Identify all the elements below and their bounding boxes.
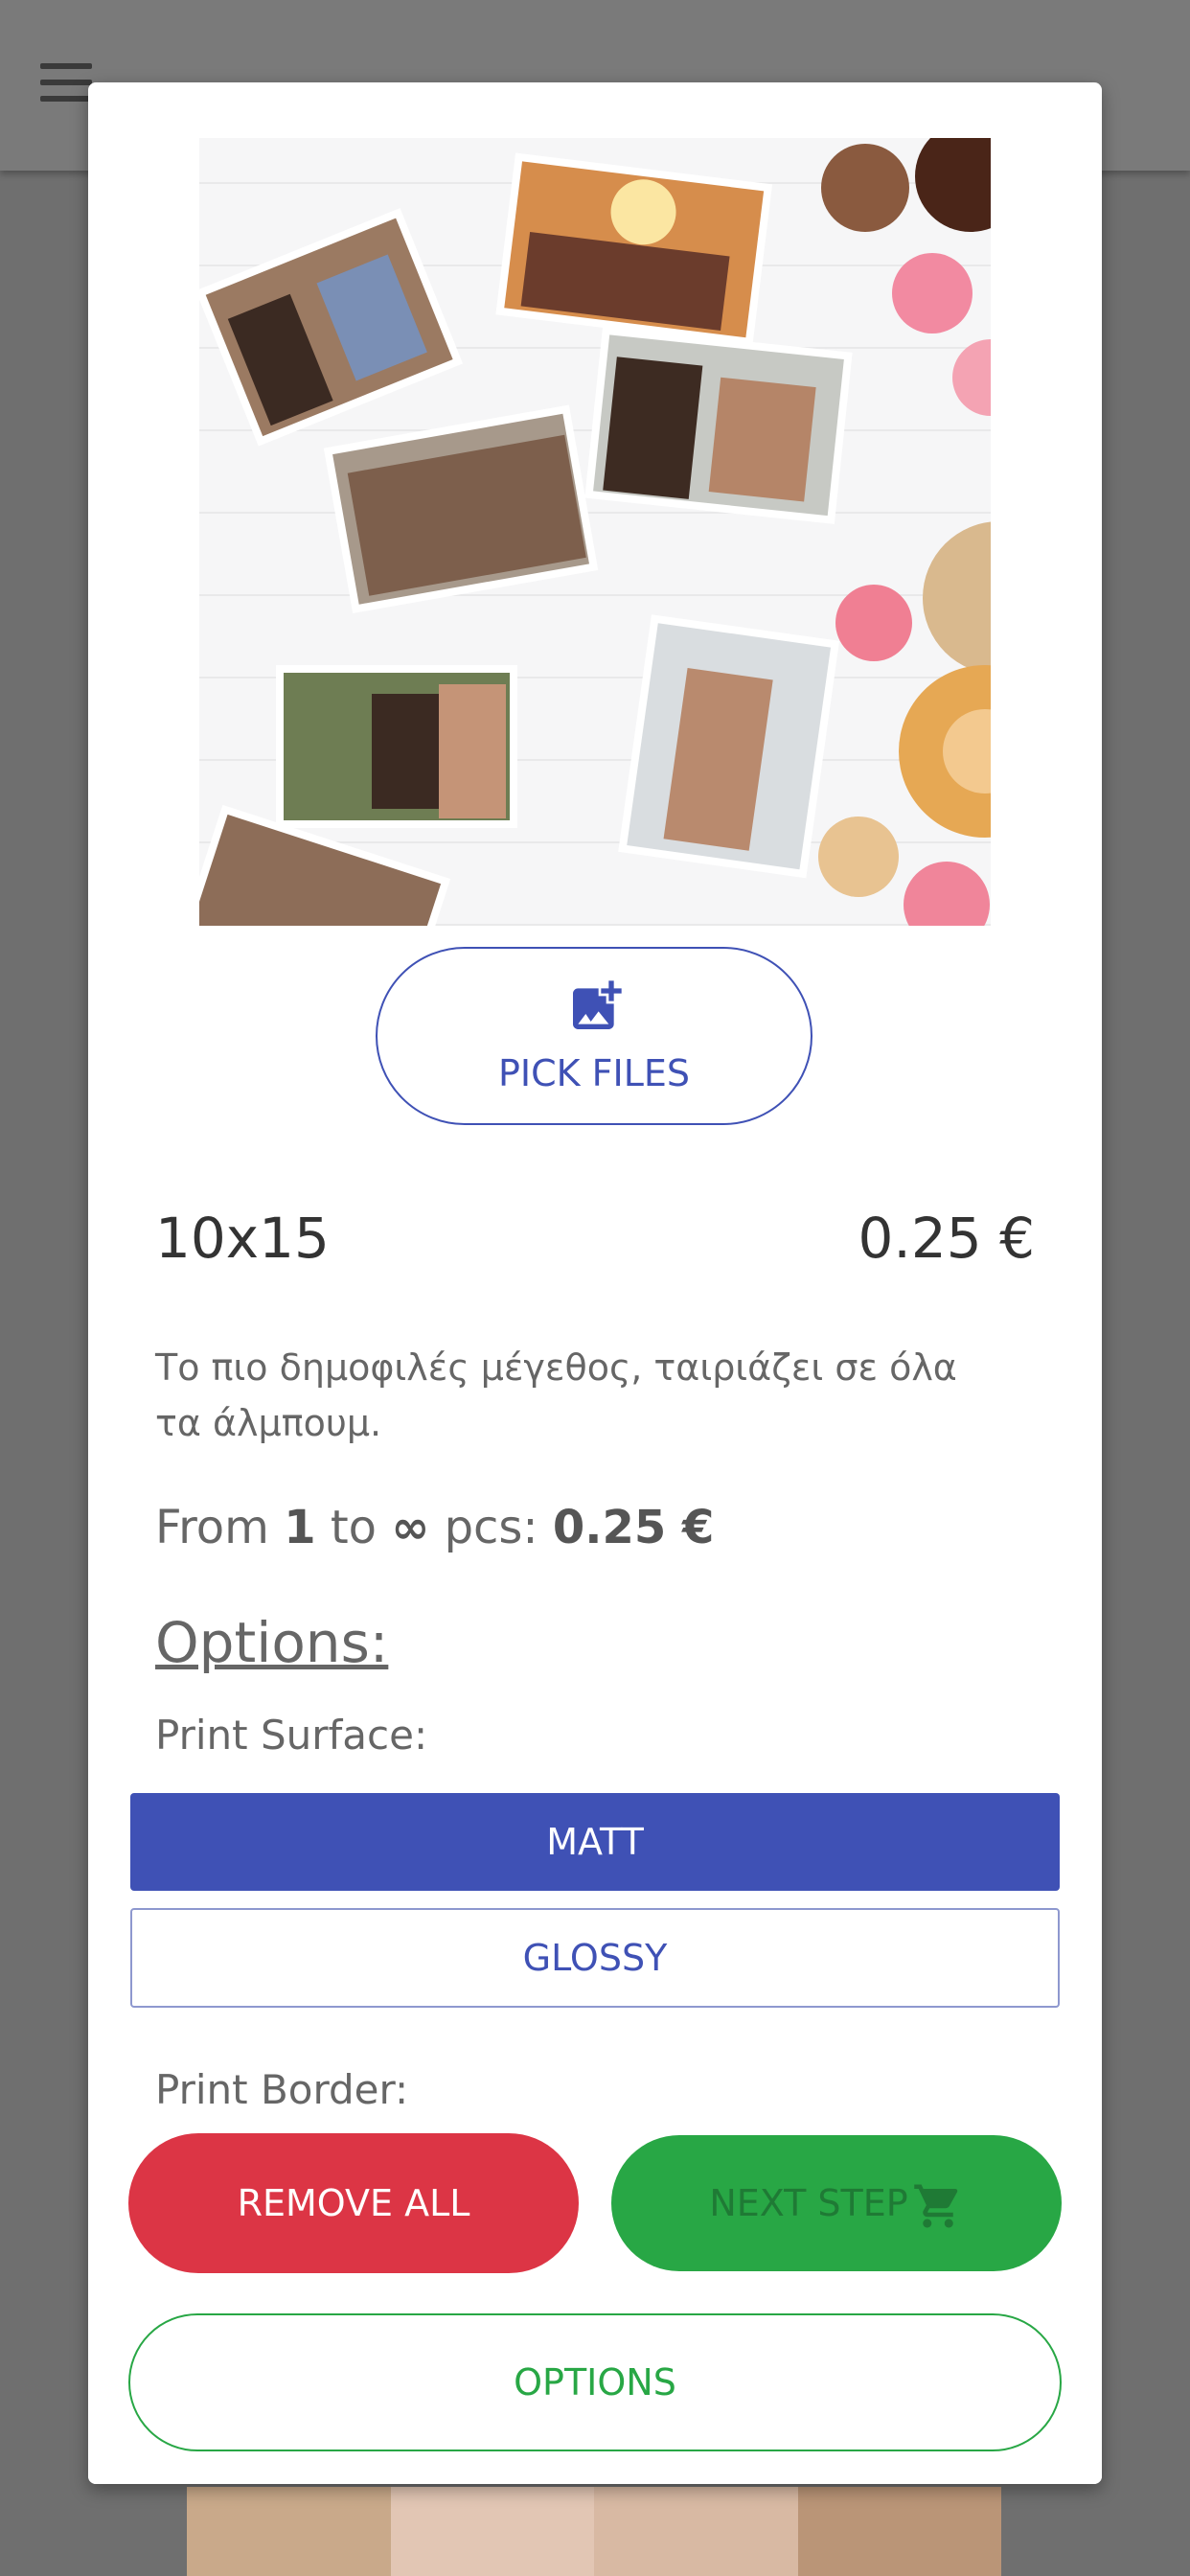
price-tier: From 1 to ∞ pcs: 0.25 € [155, 1501, 715, 1554]
product-modal: PICK FILES 10x15 0.25 € Το πιο δημοφιλές… [88, 82, 1102, 2484]
background-thumbnails [187, 2487, 1001, 2576]
modal-footer: REMOVE ALL NEXT STEP OPTIONS [88, 2112, 1102, 2484]
cart-icon [913, 2184, 957, 2227]
product-image [199, 138, 991, 926]
surface-glossy-button[interactable]: GLOSSY [130, 1908, 1060, 2008]
add-photo-icon [573, 980, 622, 1029]
options-heading: Options: [155, 1610, 389, 1675]
product-description: Το πιο δημοφιλές μέγεθος, ταιριάζει σε ό… [155, 1346, 957, 1444]
pick-files-label: PICK FILES [497, 1052, 691, 1094]
options-button[interactable]: OPTIONS [128, 2313, 1062, 2451]
remove-all-button[interactable]: REMOVE ALL [128, 2133, 579, 2273]
print-border-label: Print Border: [155, 2066, 409, 2113]
product-price: 0.25 € [858, 1206, 1035, 1271]
menu-icon[interactable] [40, 63, 92, 102]
pick-files-button[interactable]: PICK FILES [376, 947, 812, 1125]
next-step-button[interactable]: NEXT STEP [611, 2135, 1062, 2271]
print-surface-label: Print Surface: [155, 1712, 428, 1759]
next-step-label: NEXT STEP [709, 2182, 908, 2224]
product-size: 10x15 [155, 1206, 330, 1271]
surface-matt-button[interactable]: MATT [130, 1793, 1060, 1891]
